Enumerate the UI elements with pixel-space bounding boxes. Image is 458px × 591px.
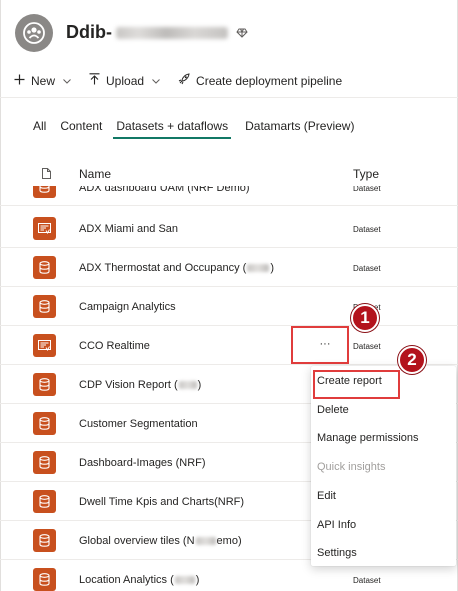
workspace-people-icon [15, 14, 53, 52]
table-row[interactable]: ADX Thermostat and Occupancy () Dataset [0, 248, 458, 287]
table-header: Name Type [0, 160, 458, 186]
menu-item-api-info[interactable]: API Info [317, 519, 356, 531]
dataset-type: Dataset [353, 342, 381, 351]
table-row[interactable]: ADX dashboard UAM (NRF Demo) Dataset [0, 186, 458, 206]
table-row[interactable]: CCO Realtime ··· Dataset [0, 326, 458, 365]
dataset-type: Dataset [353, 186, 381, 193]
diamond-icon [236, 28, 248, 38]
dataset-name[interactable]: Dwell Time Kpis and Charts(NRF) [79, 496, 244, 508]
dataset-name[interactable]: Campaign Analytics [79, 301, 176, 313]
dataset-icon [33, 412, 56, 435]
dataset-name[interactable]: Global overview tiles (N emo) [79, 535, 242, 547]
upload-label: Upload [106, 73, 145, 88]
file-type-icon [42, 168, 51, 182]
streaming-dataset-icon [33, 217, 56, 240]
dataset-name-end: ) [197, 379, 202, 391]
annotation-badge-1: 1 [351, 304, 379, 332]
content-tabs: All Content Datasets + dataflows Datamar… [0, 113, 458, 141]
dataset-name[interactable]: ADX Thermostat and Occupancy () [79, 262, 274, 274]
create-deployment-pipeline-button[interactable]: Create deployment pipeline [178, 64, 342, 98]
streaming-dataset-icon [33, 334, 56, 357]
tab-datamarts[interactable]: Datamarts (Preview) [245, 113, 354, 139]
column-header-type[interactable]: Type [353, 167, 379, 181]
tab-datasets-dataflows[interactable]: Datasets + dataflows [113, 113, 232, 139]
dataset-name-text: Location Analytics ( [79, 574, 174, 586]
dataset-name-text: Global overview tiles (N [79, 535, 195, 547]
menu-item-delete[interactable]: Delete [317, 404, 349, 416]
column-header-name[interactable]: Name [79, 167, 111, 181]
menu-item-edit[interactable]: Edit [317, 490, 336, 502]
dataset-icon [33, 295, 56, 318]
menu-item-manage-permissions[interactable]: Manage permissions [317, 432, 419, 444]
dataset-name[interactable]: Location Analytics () [79, 574, 199, 586]
annotation-highlight-more-button [291, 326, 349, 364]
new-button[interactable]: New [14, 64, 71, 98]
dataset-name-end: emo) [216, 535, 242, 547]
workspace-toolbar: New Upload Create deployment pipeline [0, 64, 458, 98]
dataset-name-end: ) [270, 262, 274, 274]
dataset-name[interactable]: ADX dashboard UAM (NRF Demo) [79, 186, 250, 194]
dataset-type: Dataset [353, 576, 381, 585]
menu-item-settings[interactable]: Settings [317, 547, 357, 559]
pipeline-label: Create deployment pipeline [196, 73, 343, 88]
tab-content[interactable]: Content [60, 113, 102, 139]
tab-content-label: Content [60, 119, 103, 133]
redacted-text [174, 576, 195, 585]
dataset-type: Dataset [353, 225, 381, 234]
dataset-name[interactable]: CCO Realtime [79, 340, 150, 352]
dataset-name-end: ) [195, 574, 200, 586]
redacted-text [247, 264, 270, 273]
dataset-name-text: ADX Thermostat and Occupancy ( [79, 262, 247, 274]
workspace-header: Ddib- [0, 0, 458, 64]
dataset-icon [33, 568, 56, 591]
dataset-name[interactable]: ADX Miami and San [79, 223, 178, 235]
dataset-name-text: CDP Vision Report ( [79, 379, 178, 391]
dataset-icon [33, 256, 56, 279]
upload-icon [89, 73, 100, 88]
table-row[interactable]: ADX Miami and San Dataset [0, 209, 458, 248]
tab-datasets-label: Datasets + dataflows [116, 119, 229, 133]
dataset-icon [33, 451, 56, 474]
workspace-title: Ddib- [66, 22, 248, 43]
rocket-icon [178, 73, 190, 88]
plus-icon [14, 74, 25, 88]
tab-all[interactable]: All [33, 113, 46, 139]
dataset-name[interactable]: Customer Segmentation [79, 418, 198, 430]
redacted-text [178, 381, 197, 390]
dataset-name[interactable]: Dashboard-Images (NRF) [79, 457, 206, 469]
dataset-icon [33, 373, 56, 396]
upload-button[interactable]: Upload [89, 64, 160, 98]
redacted-text [195, 537, 216, 546]
annotation-highlight-create-report [313, 370, 400, 399]
table-row[interactable]: Campaign Analytics Dataset [0, 287, 458, 326]
chevron-down-icon [152, 76, 160, 86]
dataset-icon [33, 529, 56, 552]
annotation-badge-2: 2 [398, 346, 426, 374]
dataset-type: Dataset [353, 264, 381, 273]
dataset-icon [33, 490, 56, 513]
tab-datamarts-label: Datamarts (Preview) [245, 119, 355, 133]
tab-all-label: All [33, 119, 47, 133]
chevron-down-icon [63, 76, 71, 86]
new-label: New [31, 73, 56, 88]
menu-item-quick-insights: Quick insights [317, 461, 386, 473]
dataset-name[interactable]: CDP Vision Report () [79, 379, 201, 391]
workspace-name: Ddib- [66, 22, 112, 42]
dataset-icon [33, 186, 56, 198]
redacted-text [115, 26, 228, 39]
